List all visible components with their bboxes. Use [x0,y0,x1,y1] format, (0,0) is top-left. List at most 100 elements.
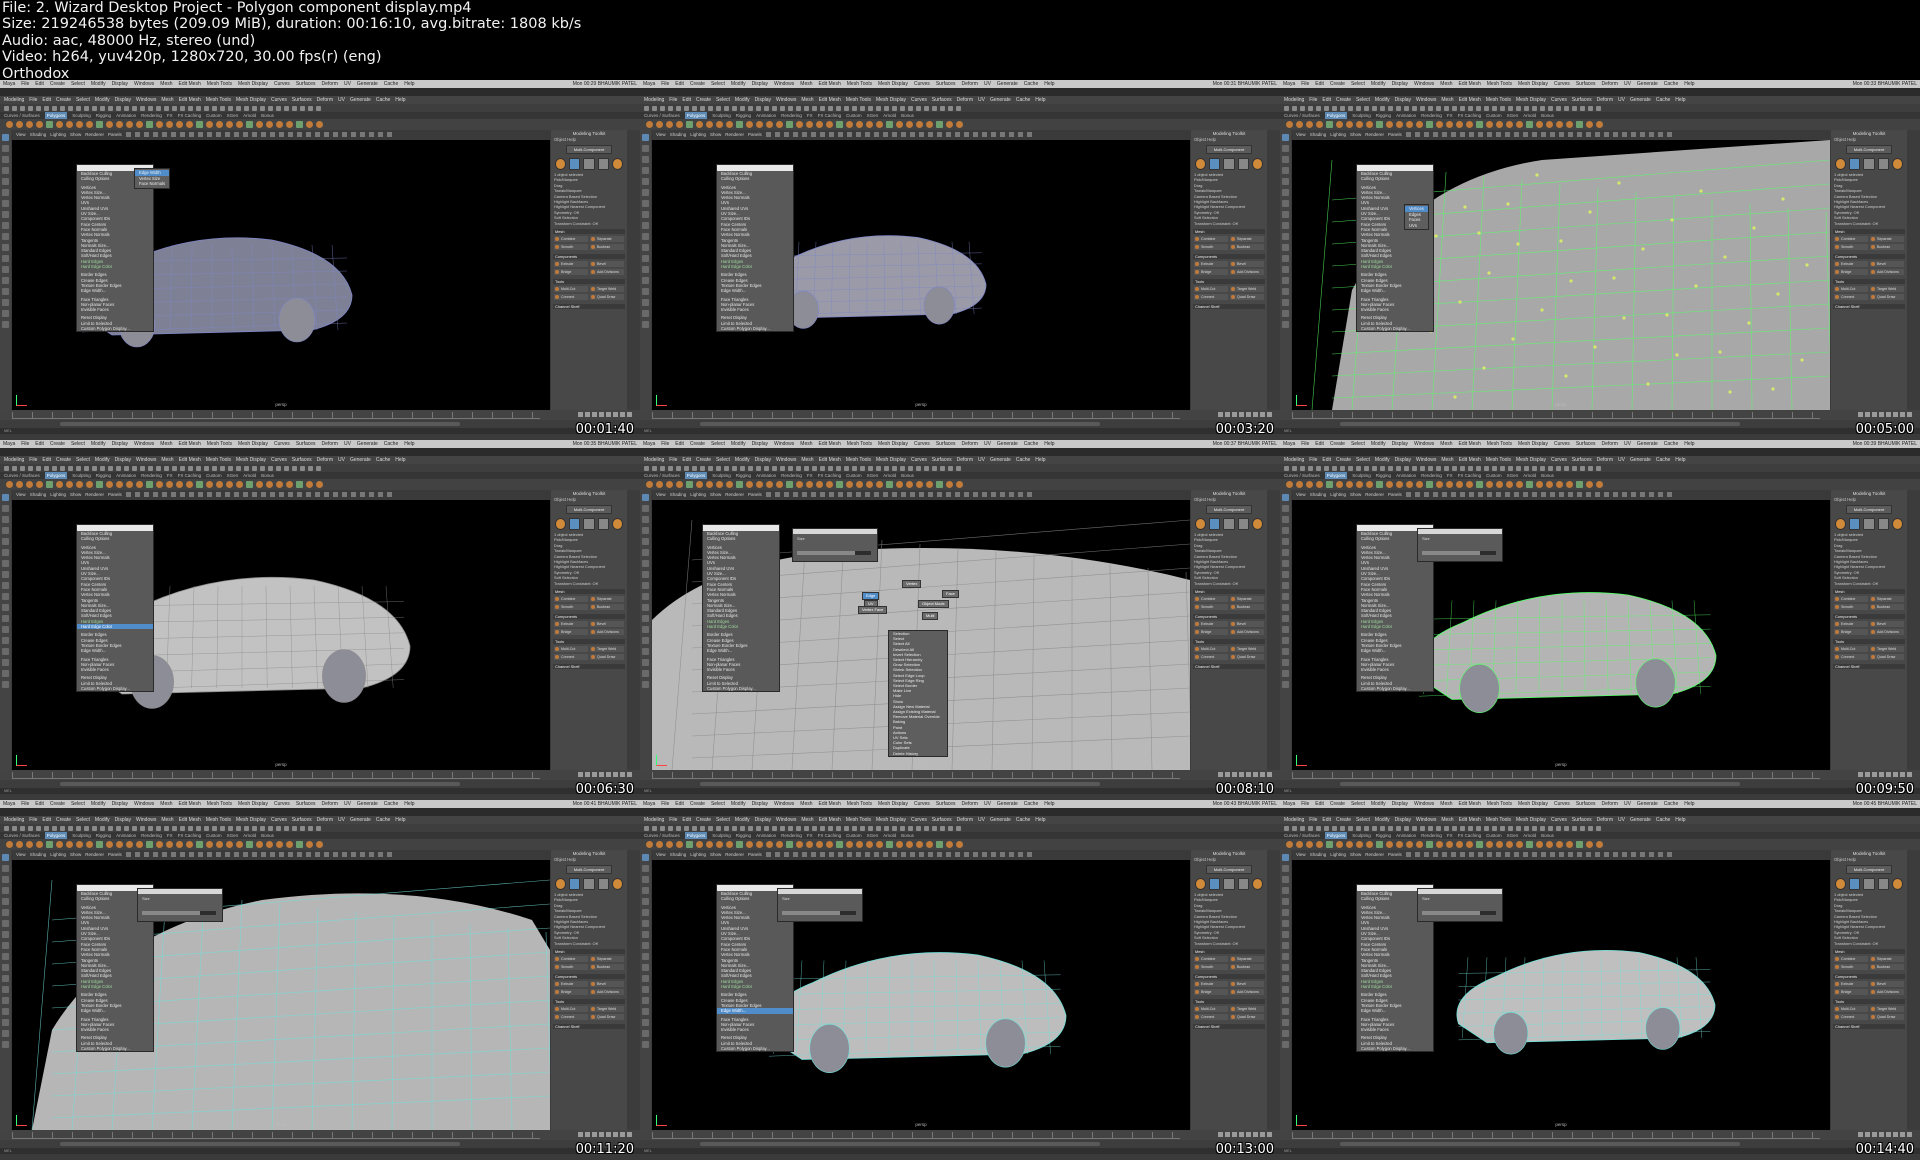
viewport-panel-icon[interactable] [143,852,149,857]
status-line-icon[interactable] [724,825,729,831]
viewport-panel-icon[interactable] [314,492,320,497]
shelf-tool-icon[interactable] [856,121,863,128]
maya-menu-item[interactable]: Surfaces [932,96,952,104]
shelf-tool-icon[interactable] [56,841,63,848]
shelf-tab[interactable]: Rendering [141,472,162,479]
viewport-panel-icon[interactable] [1603,492,1609,497]
status-line-icon[interactable] [1284,105,1289,111]
viewport-panel-icon[interactable] [269,852,275,857]
maya-menu-item[interactable]: Display [755,816,771,824]
playback-button[interactable] [1886,1132,1891,1137]
status-line-icon[interactable] [708,465,713,471]
system-menu-surfaces[interactable]: Surfaces [1576,440,1596,448]
status-line-icon[interactable] [20,465,25,471]
transform-constraint[interactable]: Transform Constraint: Off [1831,941,1907,946]
tool-icon[interactable] [1282,494,1289,501]
shelf-tool-icon[interactable] [846,121,853,128]
status-line-icon[interactable] [228,465,233,471]
viewport-panel-icon[interactable] [918,132,924,137]
shelf-tool-icon[interactable] [1416,841,1423,848]
status-line-icon[interactable] [1348,465,1353,471]
tool-icon[interactable] [642,854,649,861]
shelf-tool-icon[interactable] [776,841,783,848]
maya-menu-item[interactable]: Mesh Tools [1486,816,1511,824]
maya-menu-item[interactable]: Modeling [1284,456,1304,464]
channel-shelf-header[interactable]: Channel Shelf [1833,1024,1905,1030]
status-line-icon[interactable] [1324,465,1329,471]
shelf-tool-icon[interactable] [286,481,293,488]
shelf-tool-icon[interactable] [866,481,873,488]
shelf-tool-icon[interactable] [1296,481,1303,488]
status-line-icon[interactable] [1284,825,1289,831]
viewport-panel-icon[interactable] [368,132,374,137]
toolkit-tool-button[interactable]: Target Weld [1870,646,1904,653]
viewport-panel-icon[interactable] [134,132,140,137]
viewport-panel-icon[interactable] [1540,132,1546,137]
tool-icon[interactable] [2,527,9,534]
maya-menu-item[interactable]: Mesh [1441,816,1453,824]
selection-mode-icon[interactable] [611,158,624,170]
shelf-tool-icon[interactable] [206,481,213,488]
viewport-panel-icon[interactable] [810,852,816,857]
status-line-icon[interactable] [36,105,41,111]
tool-icon[interactable] [642,571,649,578]
shelf-tool-icon[interactable] [1406,841,1413,848]
status-line-icon[interactable] [1548,825,1553,831]
toolkit-tool-button[interactable]: Smooth [1194,604,1228,611]
shelf-tool-icon[interactable] [1516,481,1523,488]
range-slider-handle[interactable] [700,1142,1100,1146]
status-line-icon[interactable] [1420,825,1425,831]
toolkit-tool-button[interactable]: Boolean [590,604,624,611]
toolkit-tool-button[interactable]: Bridge [1194,989,1228,996]
system-menu-windows[interactable]: Windows [134,800,154,808]
playback-button[interactable] [1218,412,1223,417]
shelf-tool-icon[interactable] [66,481,73,488]
transform-constraint[interactable]: Transform Constraint: Off [551,221,627,226]
viewport-panel-icon[interactable] [981,132,987,137]
shelf-tool-icon[interactable] [196,841,203,848]
shelf-tool-icon[interactable] [6,481,13,488]
shelf-tool-icon[interactable] [96,841,103,848]
tool-icon[interactable] [642,494,649,501]
status-line-icon[interactable] [52,825,57,831]
status-line-icon[interactable] [1452,105,1457,111]
marking-menu-item[interactable]: Face [942,590,959,598]
status-line-icon[interactable] [684,465,689,471]
viewport-panel-icon[interactable] [855,492,861,497]
submenu-item[interactable]: UVs [1405,223,1428,229]
maya-menu-item[interactable]: UV [338,816,345,824]
shelf-tab[interactable]: Arnold [243,112,256,119]
status-line-icon[interactable] [860,825,865,831]
shelf-tool-icon[interactable] [826,121,833,128]
shelf-tab[interactable]: Rigging [96,832,111,839]
perspective-viewport[interactable]: persp Backface Culling Culling Options Vert… [652,140,1190,410]
shelf-tab[interactable]: Animation [1396,112,1416,119]
maya-menu-item[interactable]: UV [978,96,985,104]
shelf-tool-icon[interactable] [716,481,723,488]
shelf-tool-icon[interactable] [756,481,763,488]
shelf-tab[interactable]: Rendering [141,832,162,839]
multi-component-button[interactable]: Multi-Component [1206,505,1252,514]
viewport-menu-item[interactable]: Lighting [50,132,66,137]
maya-menu-item[interactable]: Edit Mesh [819,96,841,104]
status-line-icon[interactable] [284,825,289,831]
shelf-tool-icon[interactable] [1306,481,1313,488]
shelf-tool-icon[interactable] [86,481,93,488]
shelf-tool-icon[interactable] [56,121,63,128]
selection-mode-icon[interactable] [1251,158,1264,170]
channel-shelf-header[interactable]: Channel Shelf [1833,664,1905,670]
shelf-tool-icon[interactable] [1576,481,1583,488]
shelf-tab[interactable]: Sculpting [72,112,91,119]
status-line-icon[interactable] [68,825,73,831]
status-line-icon[interactable] [932,465,937,471]
viewport-menu-item[interactable]: View [1296,492,1306,497]
viewport-menu-item[interactable]: View [1296,852,1306,857]
shelf-tool-icon[interactable] [646,841,653,848]
tool-icon[interactable] [2,134,9,141]
status-line-icon[interactable] [1428,105,1433,111]
viewport-panel-icon[interactable] [1008,492,1014,497]
status-line-icon[interactable] [1420,465,1425,471]
shelf-tool-icon[interactable] [1576,841,1583,848]
viewport-panel-icon[interactable] [1639,132,1645,137]
status-line-icon[interactable] [812,465,817,471]
